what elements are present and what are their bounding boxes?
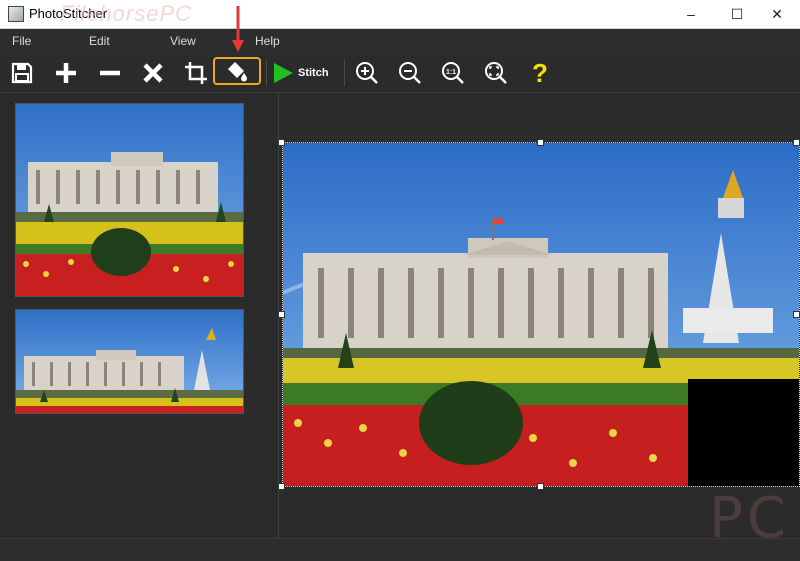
toolbar-separator <box>266 60 267 86</box>
crop-icon <box>185 62 207 84</box>
zoom-out-icon <box>399 62 421 84</box>
add-button[interactable] <box>50 58 82 88</box>
menu-bar: File Edit View Help <box>0 29 800 54</box>
menu-edit[interactable]: Edit <box>89 34 110 48</box>
fill-icon <box>228 62 247 82</box>
app-icon <box>8 6 24 22</box>
resize-handle[interactable] <box>793 139 800 146</box>
save-button[interactable] <box>6 58 38 88</box>
help-button[interactable]: ? <box>524 58 556 88</box>
zoom-fit-button[interactable] <box>480 58 512 88</box>
thumbnail-1[interactable] <box>15 103 244 297</box>
stitched-preview[interactable] <box>282 142 800 487</box>
toolbar-separator <box>344 60 345 86</box>
empty-region <box>688 379 799 486</box>
palace-photo-1 <box>16 104 243 296</box>
status-bar <box>0 538 800 561</box>
delete-icon <box>143 63 163 83</box>
resize-handle[interactable] <box>278 311 285 318</box>
thumbnail-2[interactable] <box>15 309 244 414</box>
stitch-icon <box>274 63 293 83</box>
zoom-actual-label: 1:1 <box>446 69 456 76</box>
thumbnail-panel <box>0 93 279 538</box>
palace-photo-2 <box>16 310 243 413</box>
zoom-actual-icon: 1:1 <box>442 62 464 84</box>
zoom-actual-button[interactable]: 1:1 <box>437 58 469 88</box>
fill-button[interactable] <box>213 57 261 85</box>
delete-button[interactable] <box>137 58 169 88</box>
resize-handle[interactable] <box>278 139 285 146</box>
resize-handle[interactable] <box>793 311 800 318</box>
zoom-out-button[interactable] <box>394 58 426 88</box>
stitch-label: Stitch <box>298 67 329 79</box>
remove-icon <box>100 70 120 76</box>
minimize-button[interactable]: – <box>668 0 714 28</box>
resize-handle[interactable] <box>537 483 544 490</box>
zoom-in-button[interactable] <box>351 58 383 88</box>
svg-text:?: ? <box>532 60 548 86</box>
zoom-fit-icon <box>485 62 507 84</box>
stitch-canvas[interactable] <box>278 93 800 538</box>
help-icon: ? <box>532 60 548 86</box>
annotation-arrow-icon <box>232 6 244 52</box>
add-icon <box>56 63 76 83</box>
resize-handle[interactable] <box>278 483 285 490</box>
menu-view[interactable]: View <box>170 34 196 48</box>
resize-handle[interactable] <box>537 139 544 146</box>
stitch-button[interactable]: Stitch <box>272 59 329 87</box>
watermark-text: FilehorsePC <box>60 1 193 26</box>
save-icon <box>11 62 33 84</box>
close-button[interactable]: ✕ <box>754 0 800 28</box>
remove-button[interactable] <box>94 58 126 88</box>
menu-help[interactable]: Help <box>255 34 280 48</box>
menu-file[interactable]: File <box>12 34 31 48</box>
crop-button[interactable] <box>180 58 212 88</box>
zoom-in-icon <box>356 62 378 84</box>
title-bar: PhotoStitcher FilehorsePC – ☐ ✕ <box>0 0 800 29</box>
toolbar: Stitch 1:1 ? <box>0 54 800 93</box>
